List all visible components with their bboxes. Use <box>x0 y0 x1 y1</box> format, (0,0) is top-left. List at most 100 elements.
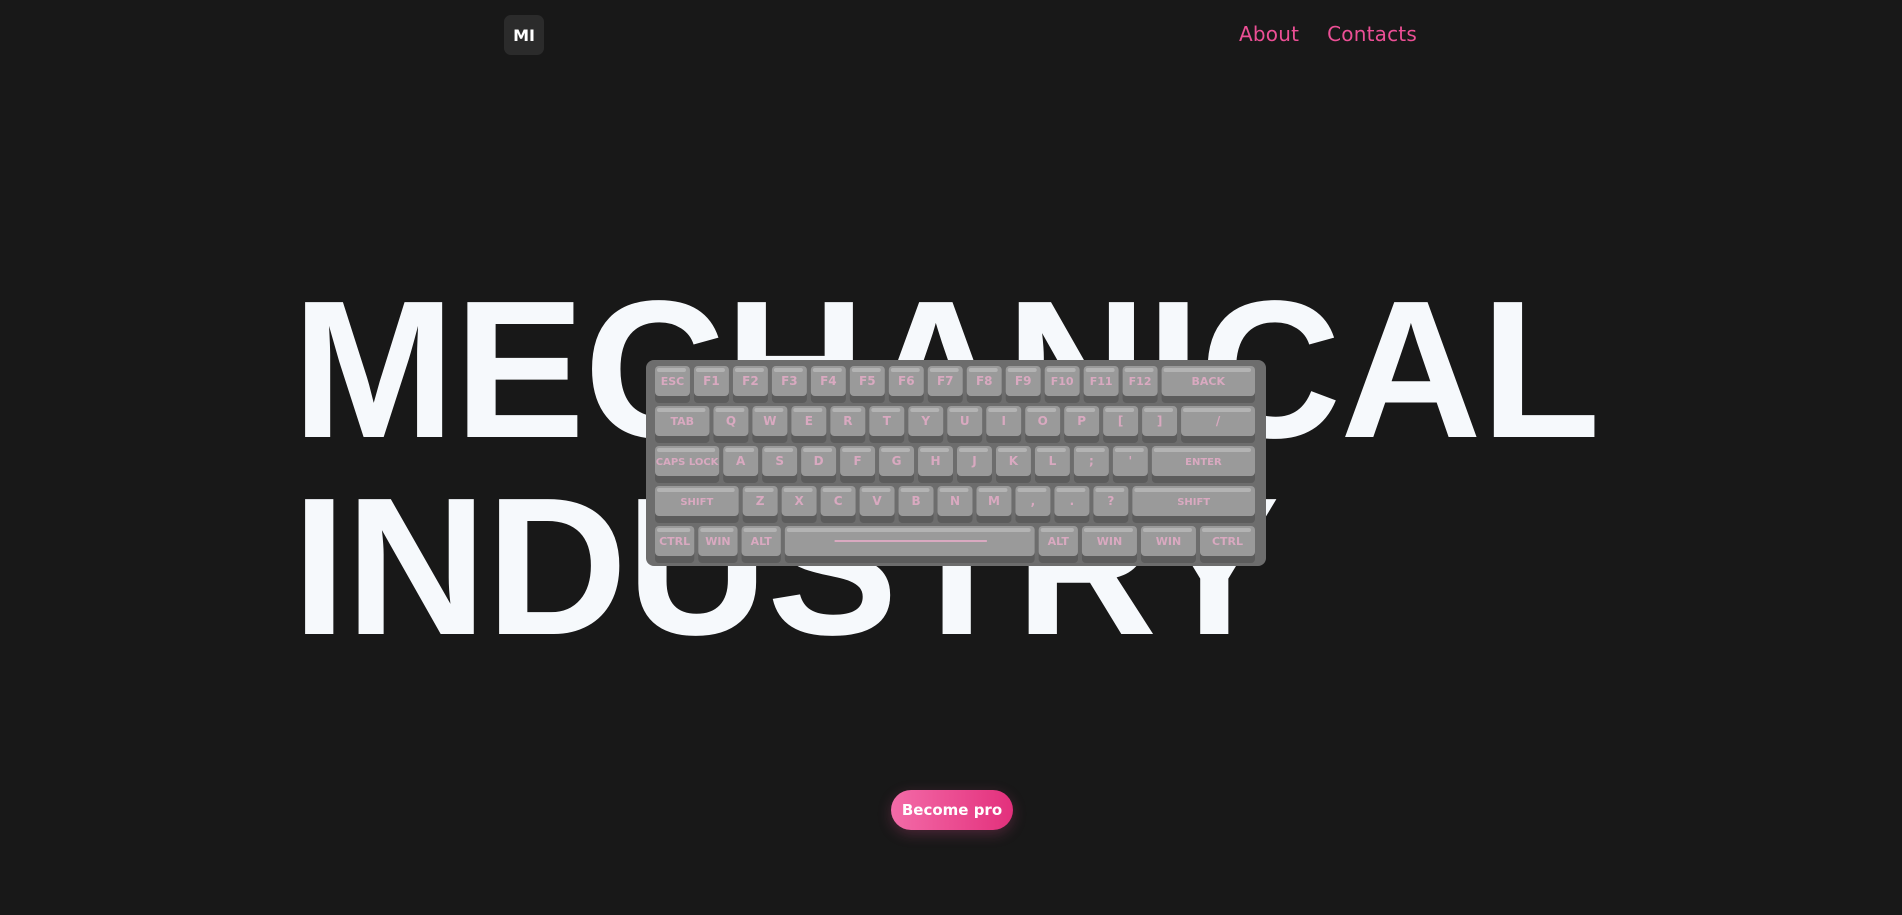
key-ctrl: CTRL <box>1199 526 1255 563</box>
key-f10: F10 <box>1044 366 1080 403</box>
key--: ] <box>1142 406 1178 443</box>
svg-text:T: T <box>883 414 892 428</box>
key-f11: F11 <box>1083 366 1119 403</box>
keyboard-svg: ESC F1 F2 F3 F4 F5 F6 F7 F8 F9 F10 F11 F12 BACKTAB Q W E… <box>646 360 1266 566</box>
svg-text:C: C <box>834 494 843 508</box>
key-y: Y <box>908 406 944 443</box>
svg-text:ENTER: ENTER <box>1185 457 1222 468</box>
key-f12: F12 <box>1122 366 1158 403</box>
svg-text:F10: F10 <box>1051 375 1074 388</box>
svg-text:ALT: ALT <box>1048 535 1070 548</box>
svg-text:M: M <box>988 494 1000 508</box>
become-pro-button[interactable]: Become pro <box>891 790 1013 830</box>
key-back: BACK <box>1161 366 1255 403</box>
svg-text:N: N <box>950 494 960 508</box>
svg-text:F12: F12 <box>1129 375 1152 388</box>
key--: , <box>1015 486 1051 523</box>
svg-text:WIN: WIN <box>1097 535 1122 548</box>
svg-text:WIN: WIN <box>705 535 730 548</box>
key--: ; <box>1073 446 1109 483</box>
svg-text:/: / <box>1216 414 1221 428</box>
key-u: U <box>947 406 983 443</box>
key-l: L <box>1034 446 1070 483</box>
key-n: N <box>937 486 973 523</box>
svg-text:E: E <box>805 414 813 428</box>
svg-text:I: I <box>1001 414 1005 428</box>
key-f1: F1 <box>693 366 729 403</box>
svg-text:O: O <box>1038 414 1048 428</box>
logo[interactable]: MI <box>504 15 544 55</box>
svg-text:F: F <box>853 454 861 468</box>
svg-text:U: U <box>960 414 970 428</box>
key-f4: F4 <box>810 366 846 403</box>
svg-text:': ' <box>1129 454 1133 468</box>
key-f5: F5 <box>849 366 885 403</box>
nav-contacts-link[interactable]: Contacts <box>1327 22 1417 46</box>
key-shift: SHIFT <box>1132 486 1255 523</box>
svg-text:F7: F7 <box>937 374 954 388</box>
key-b: B <box>898 486 934 523</box>
svg-text:F4: F4 <box>820 374 837 388</box>
svg-text:[: [ <box>1118 414 1123 428</box>
key-ctrl: CTRL <box>655 526 695 563</box>
key-w: W <box>752 406 788 443</box>
svg-text:K: K <box>1009 454 1019 468</box>
svg-text:X: X <box>794 494 804 508</box>
nav-about-link[interactable]: About <box>1239 22 1299 46</box>
svg-text:R: R <box>843 414 852 428</box>
svg-text:ESC: ESC <box>661 375 685 388</box>
key-f9: F9 <box>1005 366 1041 403</box>
key-p: P <box>1064 406 1100 443</box>
key-q: Q <box>713 406 749 443</box>
key-s: S <box>762 446 798 483</box>
key-v: V <box>859 486 895 523</box>
svg-text:F5: F5 <box>859 374 876 388</box>
svg-text:F6: F6 <box>898 374 915 388</box>
key--: . <box>1054 486 1090 523</box>
svg-text:TAB: TAB <box>670 415 694 428</box>
svg-text:Z: Z <box>756 494 765 508</box>
key-f6: F6 <box>888 366 924 403</box>
svg-text:?: ? <box>1107 494 1114 508</box>
key-i: I <box>986 406 1022 443</box>
svg-text:A: A <box>736 454 746 468</box>
key-f: F <box>840 446 876 483</box>
key-k: K <box>995 446 1031 483</box>
key-win: WIN <box>698 526 738 563</box>
key-x: X <box>781 486 817 523</box>
keyboard-illustration: ESC F1 F2 F3 F4 F5 F6 F7 F8 F9 F10 F11 F12 BACK TAB Q W E… <box>642 356 1270 570</box>
svg-text:Q: Q <box>726 414 736 428</box>
key-c: C <box>820 486 856 523</box>
svg-text:F1: F1 <box>703 374 720 388</box>
key--: ' <box>1112 446 1148 483</box>
svg-text:V: V <box>872 494 882 508</box>
main-nav: About Contacts <box>1239 22 1417 46</box>
key-shift: SHIFT <box>655 486 739 523</box>
key-f3: F3 <box>771 366 807 403</box>
svg-text:CTRL: CTRL <box>659 535 690 548</box>
key-g: G <box>879 446 915 483</box>
svg-text:G: G <box>892 454 902 468</box>
key-space <box>784 526 1035 563</box>
svg-text:WIN: WIN <box>1156 535 1181 548</box>
key--: / <box>1181 406 1255 443</box>
svg-text:BACK: BACK <box>1192 375 1226 388</box>
key-o: O <box>1025 406 1061 443</box>
key-alt: ALT <box>741 526 781 563</box>
key-a: A <box>723 446 759 483</box>
svg-text:SHIFT: SHIFT <box>680 497 713 508</box>
svg-text:B: B <box>911 494 920 508</box>
key--: ? <box>1093 486 1129 523</box>
svg-text:F11: F11 <box>1090 375 1113 388</box>
svg-text:D: D <box>814 454 824 468</box>
key-m: M <box>976 486 1012 523</box>
svg-text:Y: Y <box>920 414 930 428</box>
key-f2: F2 <box>732 366 768 403</box>
svg-text:L: L <box>1049 454 1057 468</box>
key-tab: TAB <box>655 406 710 443</box>
key-win: WIN <box>1081 526 1137 563</box>
svg-text:CAPS LOCK: CAPS LOCK <box>656 457 720 468</box>
svg-text:W: W <box>763 414 776 428</box>
svg-text:S: S <box>775 454 784 468</box>
svg-text:F8: F8 <box>976 374 993 388</box>
